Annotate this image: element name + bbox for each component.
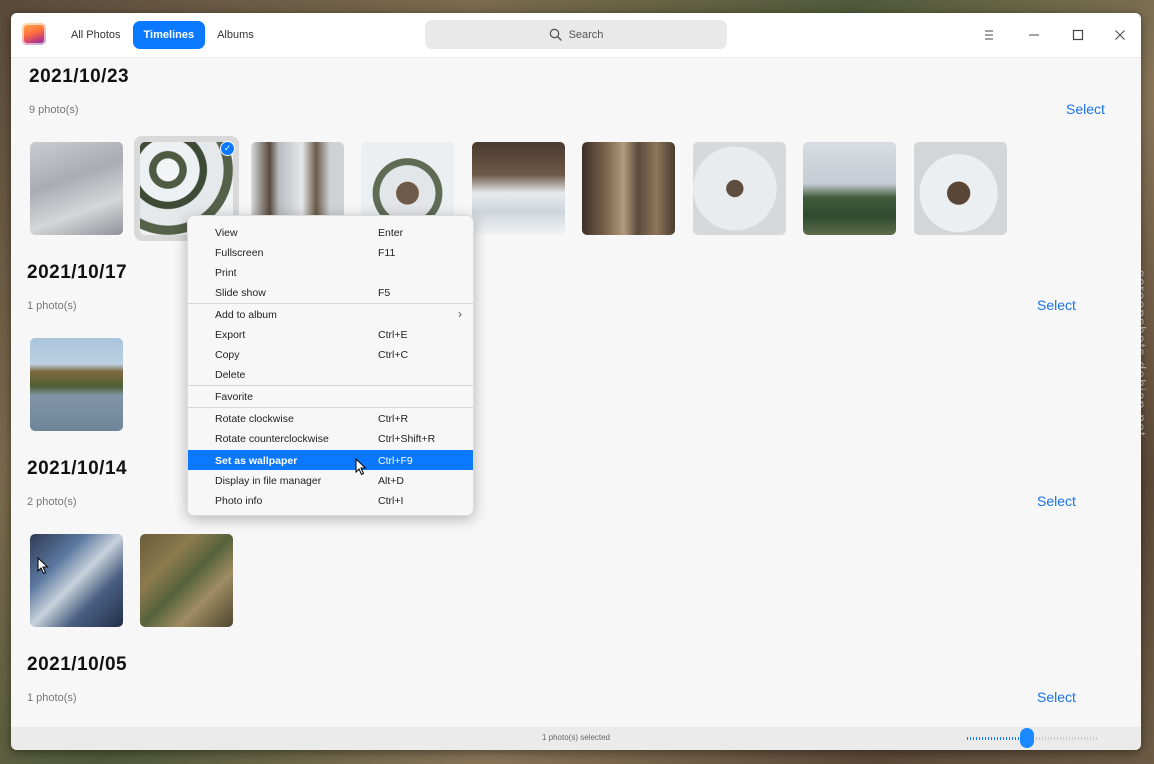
zoom-slider-handle[interactable] [1020,728,1034,748]
section-count: 2 photo(s) [27,496,77,508]
menu-item-add-to-album[interactable]: Add to album › [188,304,473,324]
menu-label: Delete [215,369,246,381]
menu-label: Display in file manager [215,475,322,487]
menu-shortcut: Ctrl+E [378,329,408,341]
photo-thumbnail[interactable] [582,142,675,235]
photo-thumbnail[interactable] [472,142,565,235]
menu-shortcut: Ctrl+Shift+R [378,433,436,445]
menu-item-favorite[interactable]: Favorite [188,386,473,406]
status-bar: 1 photo(s) selected [11,727,1141,750]
menu-item-rotate-clockwise[interactable]: Rotate clockwise Ctrl+R [188,408,473,428]
menu-shortcut: Enter [378,227,404,239]
menu-shortcut: Ctrl+C [378,349,409,361]
menu-shortcut: Ctrl+I [378,495,404,507]
view-tabs: All Photos Timelines Albums [63,21,262,49]
menu-shortcut: F11 [378,247,396,259]
chevron-right-icon: › [458,307,462,321]
menu-shortcut: Ctrl+F9 [378,455,413,467]
hamburger-icon [985,30,993,40]
photo-thumbnail[interactable] [803,142,896,235]
title-bar: All Photos Timelines Albums Search [11,13,1141,58]
checkmark-icon: ✓ [220,141,235,156]
menu-label: Rotate clockwise [215,413,294,425]
search-box[interactable]: Search [425,20,727,49]
menu-item-copy[interactable]: Copy Ctrl+C [188,344,473,364]
menu-label: Print [215,267,237,279]
photo-viewer-window: All Photos Timelines Albums Search 2021/… [11,13,1141,750]
photo-thumbnail[interactable] [30,338,123,431]
menu-label: Copy [215,349,240,361]
menu-label: Export [215,329,246,341]
zoom-slider[interactable] [967,728,1099,748]
section-date: 2021/10/05 [27,654,128,675]
menu-item-delete[interactable]: Delete [188,364,473,384]
section-date: 2021/10/23 [29,66,130,87]
select-button[interactable]: Select [1037,689,1076,705]
tab-timelines[interactable]: Timelines [132,21,206,49]
menu-shortcut: Alt+D [378,475,404,487]
section-date: 2021/10/17 [27,262,128,283]
section-count: 1 photo(s) [27,300,77,312]
section-count: 9 photo(s) [29,104,79,116]
photo-thumbnail[interactable] [140,534,233,627]
maximize-button[interactable] [1064,21,1092,49]
tab-albums[interactable]: Albums [209,21,262,49]
menu-item-export[interactable]: Export Ctrl+E [188,324,473,344]
menu-label: Fullscreen [215,247,264,259]
photo-thumbnail[interactable] [30,534,123,627]
mouse-pointer-icon [355,458,367,476]
menu-label: Rotate counterclockwise [215,433,329,445]
main-menu-button[interactable] [976,21,1004,49]
tab-all-photos[interactable]: All Photos [63,21,129,49]
context-menu: View Enter Fullscreen F11 Print Slide sh… [187,215,474,516]
menu-item-photo-info[interactable]: Photo info Ctrl+I [188,490,473,510]
zoom-slider-fill [967,737,1027,740]
minimize-button[interactable] [1020,21,1048,49]
minimize-icon [1029,34,1039,36]
menu-item-print[interactable]: Print [188,262,473,282]
mouse-pointer-icon [37,557,49,575]
menu-label: View [215,227,238,239]
menu-item-display-in-file-manager[interactable]: Display in file manager Alt+D [188,470,473,490]
photo-thumbnail[interactable] [693,142,786,235]
photo-thumbnail[interactable] [914,142,1007,235]
select-button[interactable]: Select [1037,493,1076,509]
menu-label: Set as wallpaper [215,455,298,467]
menu-shortcut: F5 [378,287,391,299]
menu-label: Photo info [215,495,263,507]
maximize-icon [1072,29,1084,41]
menu-label: Favorite [215,391,253,403]
timeline-content: 2021/10/23 9 photo(s) Select ✓ 2021/10/1… [11,58,1141,727]
menu-item-set-as-wallpaper[interactable]: Set as wallpaper Ctrl+F9 [188,450,473,470]
menu-label: Slide show [215,287,266,299]
section-date: 2021/10/14 [27,458,128,479]
menu-item-slide-show[interactable]: Slide show F5 [188,282,473,302]
menu-shortcut: Ctrl+R [378,413,409,425]
select-button[interactable]: Select [1066,101,1105,117]
watermark-text: screenshots.debian.net [1133,270,1149,437]
photo-thumbnail[interactable] [30,142,123,235]
menu-item-view[interactable]: View Enter [188,222,473,242]
menu-item-fullscreen[interactable]: Fullscreen F11 [188,242,473,262]
menu-label: Add to album [215,309,277,321]
app-logo-icon [22,23,46,45]
select-button[interactable]: Select [1037,297,1076,313]
section-count: 1 photo(s) [27,692,77,704]
close-button[interactable] [1106,21,1134,49]
close-icon [1115,30,1125,40]
menu-item-rotate-counterclockwise[interactable]: Rotate counterclockwise Ctrl+Shift+R [188,428,473,448]
